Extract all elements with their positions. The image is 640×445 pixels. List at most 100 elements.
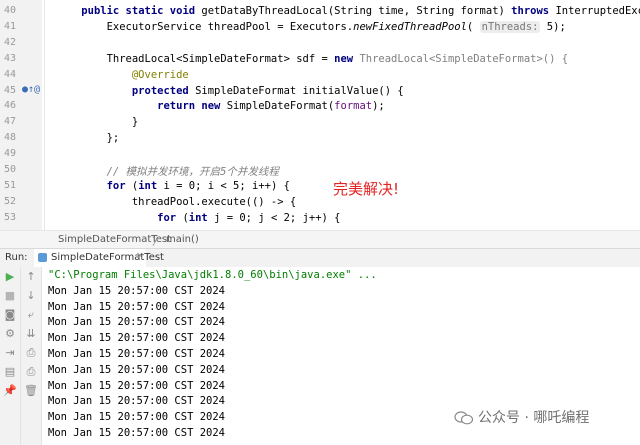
override-gutter-icon[interactable]: ●↑@: [22, 84, 40, 95]
code-token: int: [138, 179, 164, 192]
editor-annotation-text: 完美解决!: [333, 180, 400, 198]
code-line: threadPool.execute(() -> {: [56, 196, 296, 208]
soft-wrap-icon[interactable]: ⤶: [23, 308, 39, 322]
stop-icon[interactable]: ■: [2, 289, 18, 303]
breadcrumb-separator: 〉: [152, 237, 162, 248]
console-output-line: Mon Jan 15 20:57:00 CST 2024: [48, 379, 226, 392]
code-token: );: [372, 100, 385, 113]
code-token: @Override: [131, 68, 189, 81]
code-token: ThreadLocal<SimpleDateFormat>() {: [359, 52, 569, 65]
code-token: }: [56, 116, 139, 129]
watermark-text: 公众号 · 哪吒编程: [478, 410, 590, 426]
code-token: int: [188, 211, 215, 224]
line-number: 47: [4, 116, 17, 128]
gutter-divider: [44, 0, 45, 230]
code-token: InterruptedException {: [555, 5, 640, 17]
up-arrow-icon[interactable]: ↑: [23, 270, 39, 284]
line-number: 49: [4, 148, 17, 160]
code-token: getDataByThreadLocal(String time, String…: [201, 5, 512, 17]
close-tab-icon[interactable]: ×: [136, 251, 144, 261]
run-toolbar-left: ▶ ■ ◙ ⚙ ⇥ ▤ 📌: [0, 267, 21, 445]
code-token: };: [56, 132, 120, 145]
run-icon[interactable]: ▶: [2, 270, 18, 284]
console-command-line: "C:\Program Files\Java\jdk1.8.0_60\bin\j…: [48, 269, 377, 281]
debug-icon[interactable]: ⚙: [2, 327, 18, 341]
code-token: nThreads:: [479, 20, 541, 33]
wechat-icon: [454, 411, 474, 425]
code-token: j = 0; j < 2; j++) {: [214, 211, 341, 224]
breadcrumb-method[interactable]: main(): [166, 234, 199, 245]
code-token: SimpleDateFormat initialValue() {: [195, 84, 404, 97]
code-line: // 模拟并发环境，开启5个并发线程: [56, 164, 279, 179]
console-output-line: Mon Jan 15 20:57:00 CST 2024: [48, 411, 226, 424]
console-output-line: Mon Jan 15 20:57:00 CST 2024: [48, 395, 226, 408]
code-token: 5);: [540, 20, 566, 33]
camera-icon[interactable]: ◙: [2, 308, 18, 322]
code-editor[interactable]: 40 41 42 43 44 45 46 47 48 49 50 51 52 53 ●↑@ public …: [0, 0, 640, 230]
code-token: for: [106, 179, 132, 192]
exit-icon[interactable]: ⇥: [2, 346, 18, 360]
console-output-line: Mon Jan 15 20:57:00 CST 2024: [48, 348, 226, 360]
line-number: 42: [4, 36, 17, 48]
code-token: for: [157, 211, 183, 224]
console-output-line: Mon Jan 15 20:57:00 CST 2024: [48, 427, 226, 439]
code-line: for (int j = 0; j < 2; j++) {: [56, 211, 341, 224]
run-toolbar-right: ↑ ↓ ⤶ ⇊ ⎙ ⎙ 🗑: [21, 267, 42, 445]
code-token: threadPool.execute(() -> {: [56, 195, 297, 208]
pin-icon[interactable]: 📌: [2, 384, 18, 398]
code-line: public static void getDataByThreadLocal(…: [56, 5, 640, 17]
console-output-line: Mon Jan 15 20:57:00 CST 2024: [48, 363, 226, 376]
code-token: newFixedThreadPool: [353, 20, 467, 33]
line-number: 51: [4, 179, 17, 191]
code-line: }: [56, 116, 138, 128]
code-token: new: [334, 52, 360, 65]
scroll-to-end-icon[interactable]: ⇊: [23, 327, 39, 341]
line-number: 48: [4, 132, 17, 144]
code-token: protected: [131, 84, 196, 97]
code-line: for (int i = 0; i < 5; i++) {: [56, 180, 290, 192]
code-line: protected SimpleDateFormat initialValue(…: [56, 85, 404, 97]
line-number: 41: [4, 20, 17, 32]
code-token: ThreadLocal<SimpleDateFormat> sdf =: [56, 52, 335, 65]
print-icon-2[interactable]: ⎙: [23, 365, 39, 379]
console-output-line: Mon Jan 15 20:57:00 CST 2024: [48, 332, 226, 345]
run-config-tab[interactable]: SimpleDateFormatTest ×: [34, 249, 164, 269]
trash-icon[interactable]: 🗑: [23, 384, 39, 398]
code-line: ExecutorService threadPool = Executors.n…: [56, 20, 566, 33]
code-token: // 模拟并发环境，开启5个并发线程: [106, 166, 279, 178]
run-config-icon: [38, 253, 47, 262]
down-arrow-icon[interactable]: ↓: [23, 289, 39, 303]
line-number: 43: [4, 52, 17, 64]
code-line: @Override: [56, 69, 189, 81]
line-number: 44: [4, 68, 17, 80]
run-config-tab-label: SimpleDateFormatTest: [51, 252, 164, 263]
code-token: (: [466, 20, 480, 33]
code-token: return new: [157, 100, 227, 113]
code-token: ExecutorService threadPool = Executors.: [56, 20, 354, 33]
run-tool-window-header: Run: SimpleDateFormatTest ×: [0, 248, 640, 269]
code-line: return new SimpleDateFormat(format);: [56, 100, 385, 112]
watermark: 公众号 · 哪吒编程: [452, 407, 592, 427]
code-token: throws: [511, 5, 556, 17]
code-token: SimpleDateFormat(: [226, 100, 335, 113]
line-number: 53: [4, 211, 17, 223]
line-number: 50: [4, 164, 17, 175]
code-token: i = 0; i < 5; i++) {: [163, 179, 290, 192]
line-number: 40: [4, 5, 17, 16]
console-output-line: Mon Jan 15 20:57:00 CST 2024: [48, 300, 226, 313]
console-output-line: Mon Jan 15 20:57:00 CST 2024: [48, 316, 226, 329]
line-number: 46: [4, 100, 17, 112]
line-number: 52: [4, 195, 17, 207]
code-token: format: [334, 100, 373, 113]
print-icon[interactable]: ⎙: [23, 346, 39, 360]
code-line: ThreadLocal<SimpleDateFormat> sdf = new …: [56, 52, 569, 65]
code-line: };: [56, 132, 120, 145]
layout-icon[interactable]: ▤: [2, 365, 18, 379]
breadcrumb: SimpleDateFormatTest 〉 main(): [0, 230, 640, 248]
